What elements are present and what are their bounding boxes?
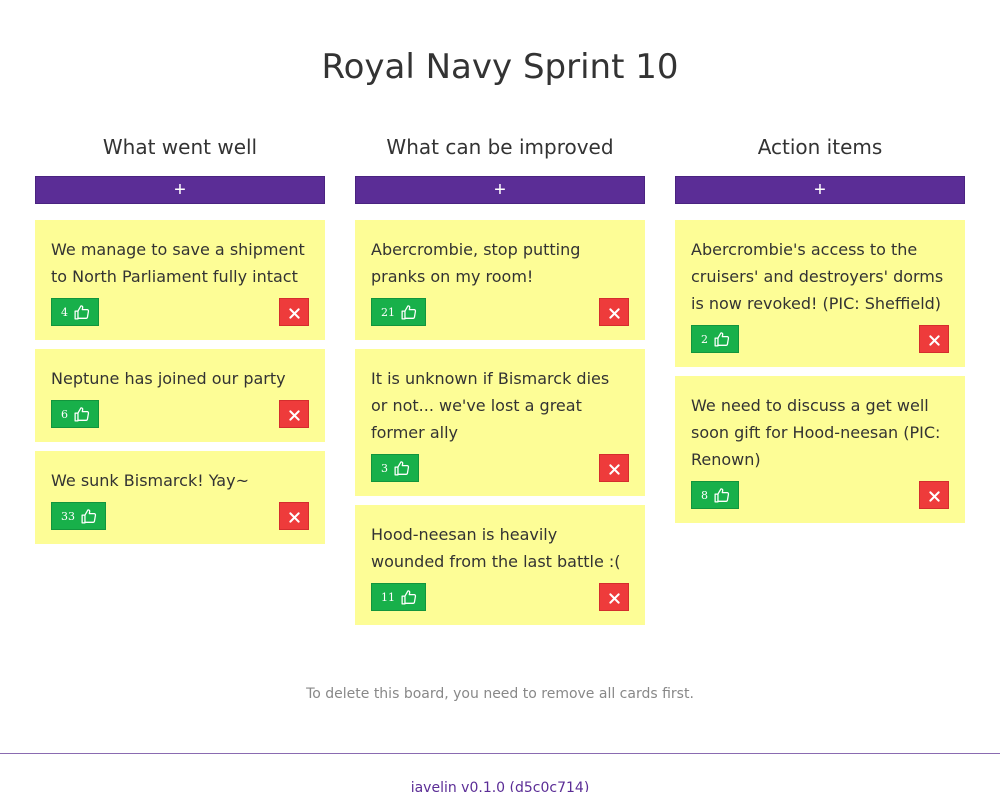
close-icon: [928, 334, 940, 346]
card-text: Hood-neesan is heavily wounded from the …: [371, 525, 621, 571]
retro-card[interactable]: We sunk Bismarck! Yay~ 33: [35, 451, 325, 544]
column-what-went-well: What went well + We manage to save a shi…: [35, 130, 325, 553]
column-title: What went well: [102, 135, 258, 159]
board-title: Royal Navy Sprint 10: [321, 47, 679, 87]
column-title: Action items: [757, 135, 883, 159]
card-list: Abercrombie, stop putting pranks on my r…: [355, 220, 645, 625]
add-card-button[interactable]: +: [355, 176, 645, 204]
app-version-link[interactable]: javelin v0.1.0: [411, 780, 505, 792]
add-card-button[interactable]: +: [675, 176, 965, 204]
thumbs-up-icon: [73, 406, 90, 423]
vote-button[interactable]: 4: [51, 298, 99, 326]
column-action-items: Action items + Abercrombie's access to t…: [675, 130, 965, 532]
vote-button[interactable]: 3: [371, 454, 419, 482]
vote-count: 6: [61, 407, 68, 421]
delete-card-button[interactable]: [599, 583, 629, 611]
close-icon: [288, 511, 300, 523]
vote-button[interactable]: 2: [691, 325, 739, 353]
retro-card[interactable]: Abercrombie's access to the cruisers' an…: [675, 220, 965, 367]
delete-card-button[interactable]: [279, 298, 309, 326]
card-text: Abercrombie's access to the cruisers' an…: [691, 240, 944, 313]
close-icon: [608, 307, 620, 319]
retro-card[interactable]: We manage to save a shipment to North Pa…: [35, 220, 325, 340]
close-icon: [608, 592, 620, 604]
vote-button[interactable]: 11: [371, 583, 426, 611]
thumbs-up-icon: [713, 331, 730, 348]
vote-count: 8: [701, 488, 708, 502]
card-text: We need to discuss a get well soon gift …: [691, 396, 941, 469]
delete-card-button[interactable]: [919, 481, 949, 509]
card-actions: 8: [691, 481, 949, 509]
add-card-button[interactable]: +: [35, 176, 325, 204]
close-icon: [288, 409, 300, 421]
delete-card-button[interactable]: [599, 298, 629, 326]
retro-card[interactable]: Neptune has joined our party 6: [35, 349, 325, 442]
thumbs-up-icon: [713, 487, 730, 504]
delete-card-button[interactable]: [279, 502, 309, 530]
thumbs-up-icon: [400, 304, 417, 321]
card-actions: 4: [51, 298, 309, 326]
vote-button[interactable]: 21: [371, 298, 426, 326]
card-list: We manage to save a shipment to North Pa…: [35, 220, 325, 544]
commit-link[interactable]: (d5c0c714): [510, 780, 590, 792]
retro-card[interactable]: Hood-neesan is heavily wounded from the …: [355, 505, 645, 625]
card-actions: 6: [51, 400, 309, 428]
card-actions: 3: [371, 454, 629, 482]
thumbs-up-icon: [400, 589, 417, 606]
delete-card-button[interactable]: [919, 325, 949, 353]
vote-button[interactable]: 33: [51, 502, 106, 530]
retro-card[interactable]: It is unknown if Bismarck dies or not...…: [355, 349, 645, 496]
vote-count: 3: [381, 461, 388, 475]
vote-count: 21: [381, 305, 395, 319]
column-what-can-be-improved: What can be improved + Abercrombie, stop…: [355, 130, 645, 634]
thumbs-up-icon: [73, 304, 90, 321]
vote-count: 11: [381, 590, 395, 604]
delete-card-button[interactable]: [599, 454, 629, 482]
vote-count: 2: [701, 332, 708, 346]
close-icon: [928, 490, 940, 502]
thumbs-up-icon: [80, 508, 97, 525]
close-icon: [608, 463, 620, 475]
card-list: Abercrombie's access to the cruisers' an…: [675, 220, 965, 523]
vote-count: 4: [61, 305, 68, 319]
card-actions: 2: [691, 325, 949, 353]
column-title: What can be improved: [386, 135, 614, 159]
vote-count: 33: [61, 509, 75, 523]
retro-card[interactable]: Abercrombie, stop putting pranks on my r…: [355, 220, 645, 340]
retro-board-page: Royal Navy Sprint 10 What went well + We…: [0, 0, 1000, 792]
card-text: We manage to save a shipment to North Pa…: [51, 240, 305, 286]
card-text: We sunk Bismarck! Yay~: [51, 471, 249, 490]
card-text: Abercrombie, stop putting pranks on my r…: [371, 240, 581, 286]
vote-button[interactable]: 8: [691, 481, 739, 509]
version-footer: javelin v0.1.0 (d5c0c714): [0, 780, 1000, 792]
delete-card-button[interactable]: [279, 400, 309, 428]
close-icon: [288, 307, 300, 319]
card-actions: 11: [371, 583, 629, 611]
delete-board-notice: To delete this board, you need to remove…: [306, 686, 694, 702]
vote-button[interactable]: 6: [51, 400, 99, 428]
thumbs-up-icon: [393, 460, 410, 477]
retro-card[interactable]: We need to discuss a get well soon gift …: [675, 376, 965, 523]
card-actions: 33: [51, 502, 309, 530]
card-text: Neptune has joined our party: [51, 369, 286, 388]
footer-divider: [0, 753, 1000, 754]
card-text: It is unknown if Bismarck dies or not...…: [371, 369, 610, 442]
card-actions: 21: [371, 298, 629, 326]
